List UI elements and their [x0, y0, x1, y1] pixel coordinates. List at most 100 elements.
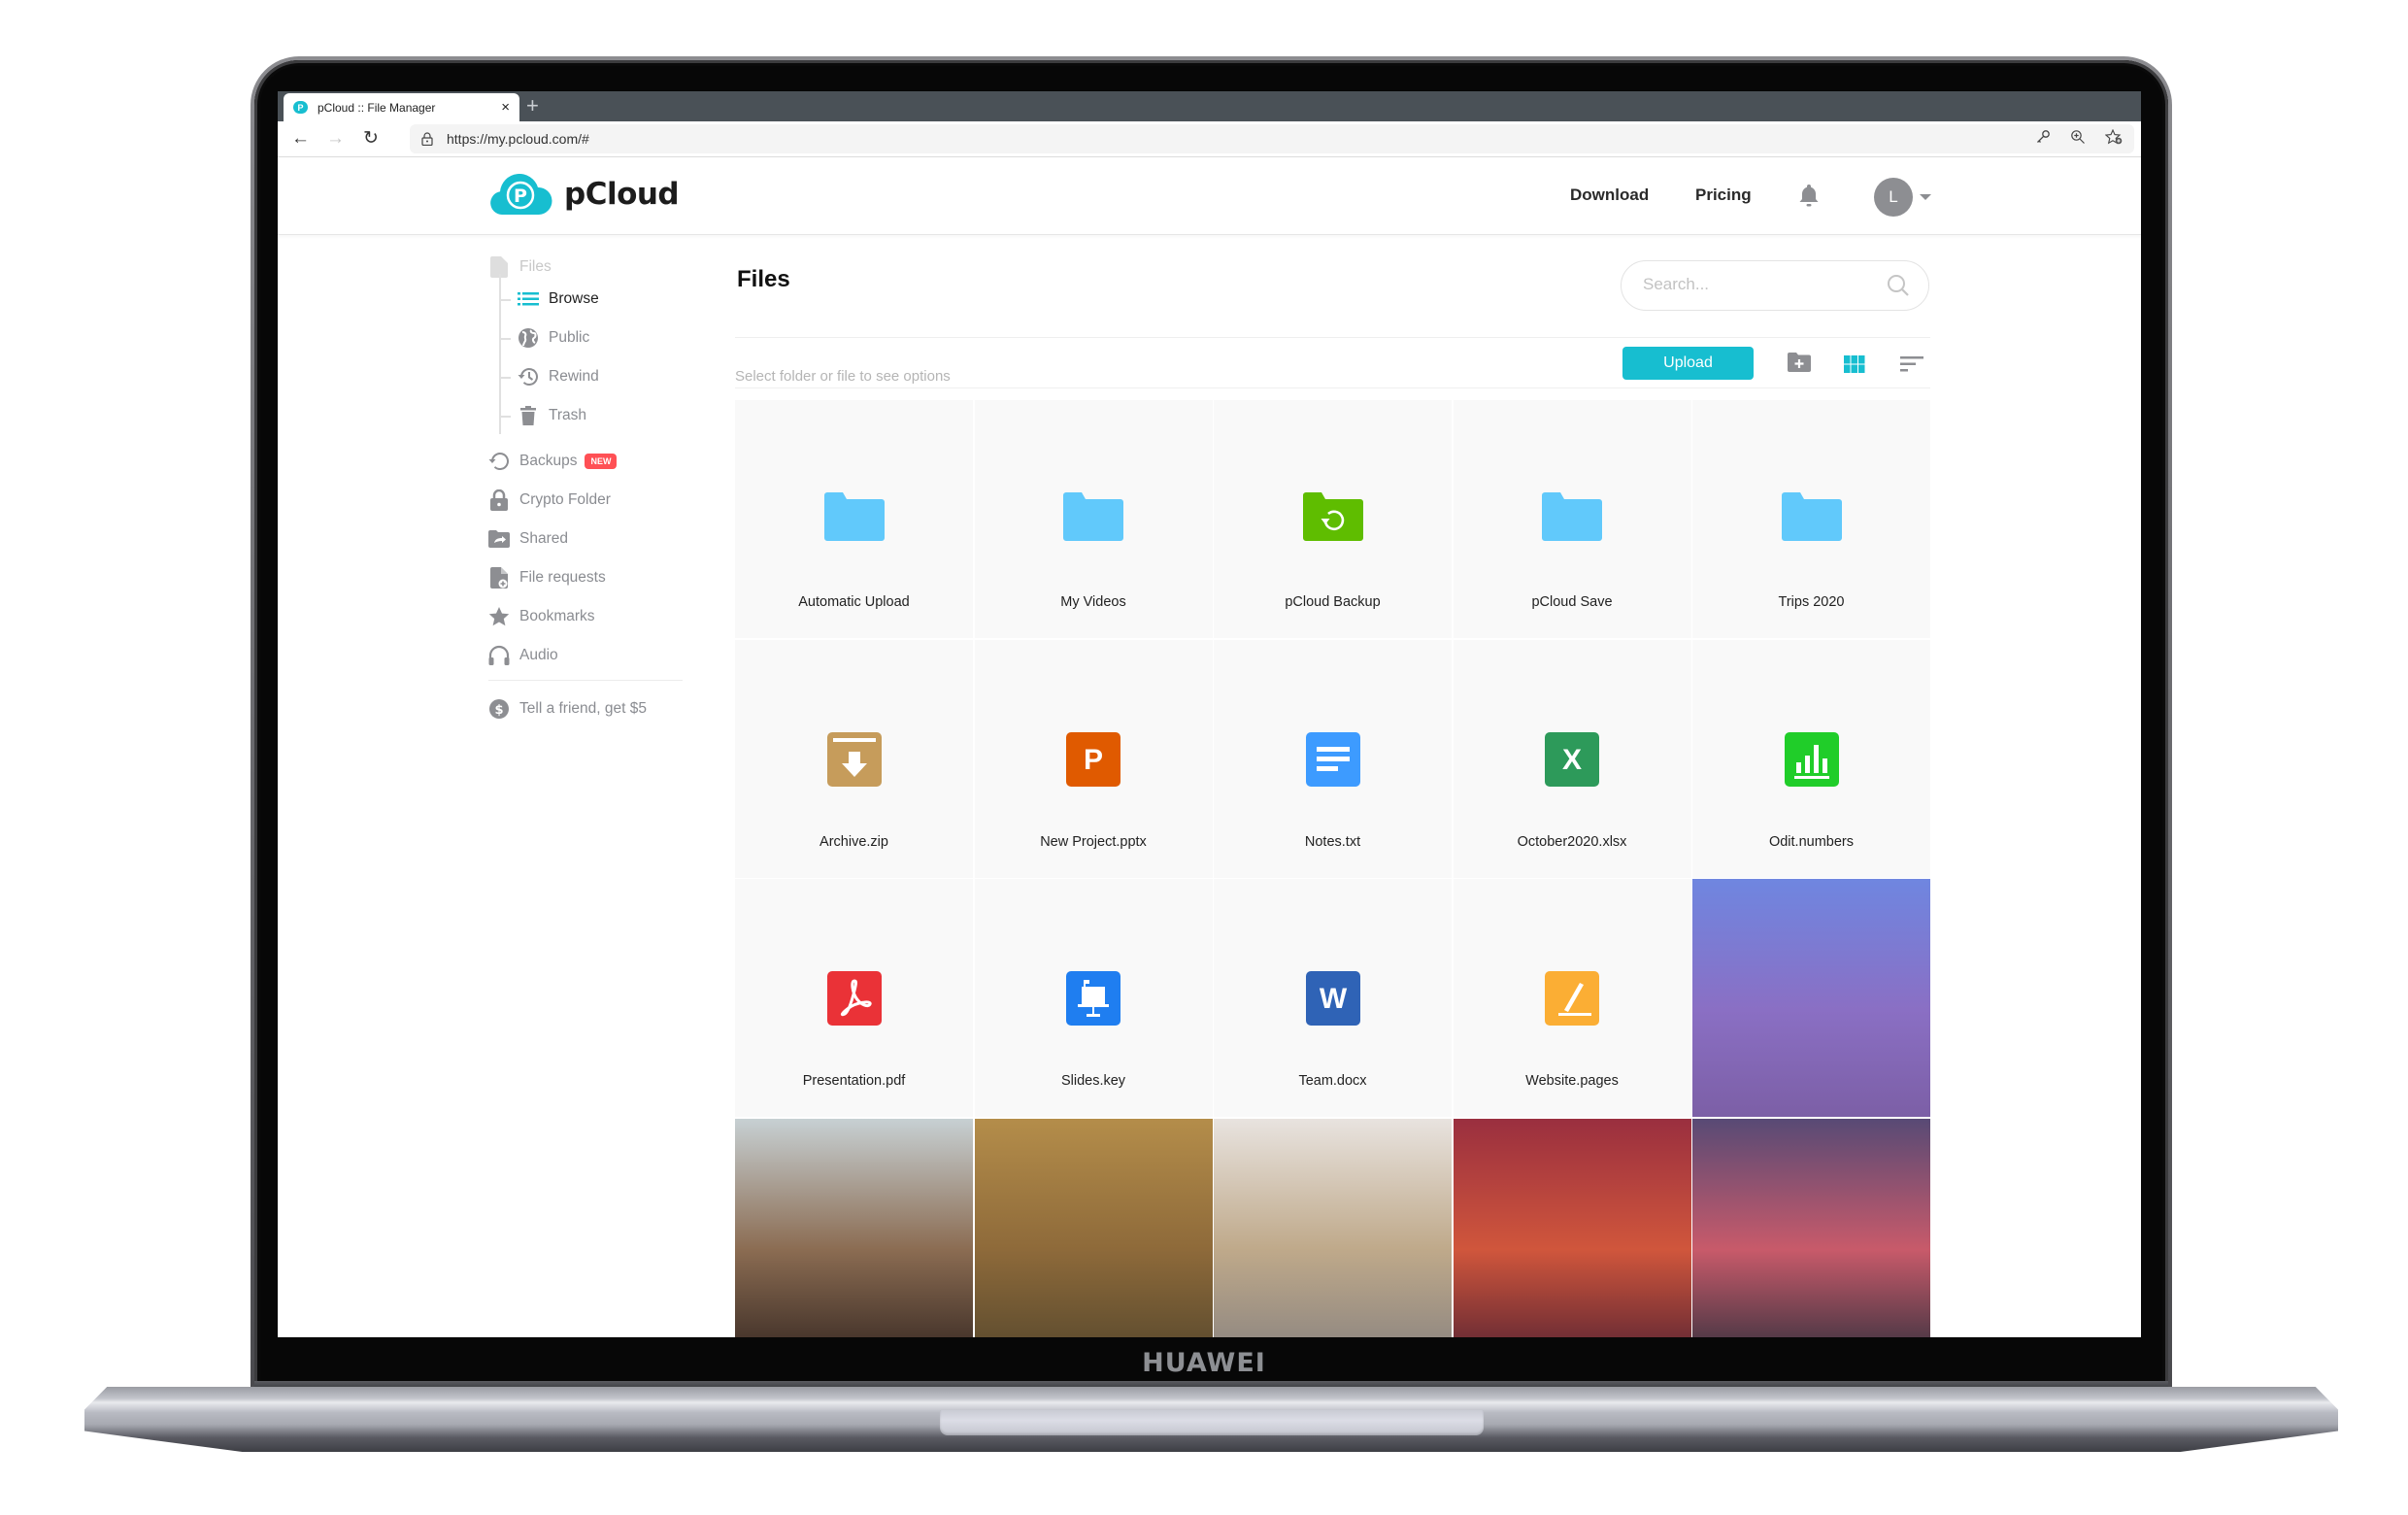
txt-icon [1305, 731, 1360, 791]
file-name: Presentation.pdf [802, 1073, 906, 1089]
list-icon [518, 288, 539, 310]
pricing-link[interactable]: Pricing [1695, 185, 1752, 205]
file-name: Automatic Upload [798, 594, 910, 610]
sidebar-item-referral[interactable]: $ Tell a friend, get $5 [488, 698, 647, 720]
address-bar[interactable]: https://my.pcloud.com/# [410, 124, 2134, 153]
folder-tile[interactable]: pCloud Backup [1214, 400, 1452, 638]
file-tile[interactable]: Archive.zip [735, 639, 973, 878]
upload-button[interactable]: Upload [1622, 347, 1754, 380]
sidebar-item-label: Browse [549, 290, 599, 307]
photo-thumbnail-pier-at-sunset[interactable] [1453, 1118, 1691, 1337]
sidebar-item-backups[interactable]: Backups NEW [488, 451, 618, 472]
file-name: pCloud Backup [1285, 594, 1381, 610]
file-tile[interactable]: Presentation.pdf [735, 879, 973, 1117]
key-icon[interactable] [2035, 129, 2051, 149]
sidebar-item-shared[interactable]: Shared [488, 528, 568, 550]
folder-tile[interactable]: Trips 2020 [1692, 400, 1930, 638]
history-icon [518, 366, 539, 387]
folder-icon [1542, 492, 1602, 546]
shared-folder-icon [488, 528, 510, 550]
laptop-notch [940, 1410, 1484, 1435]
screen: P pCloud :: File Manager × + ← → ↻ https… [278, 91, 2141, 1337]
file-name: Trips 2020 [1778, 594, 1845, 610]
svg-text:P: P [514, 185, 527, 207]
new-badge: NEW [585, 454, 618, 469]
sidebar-item-label: File requests [519, 569, 606, 586]
search-input[interactable] [1643, 275, 1856, 294]
new-tab-button[interactable]: + [526, 93, 539, 118]
backup-folder-icon [1302, 492, 1363, 546]
folder-tile[interactable]: My Videos [974, 400, 1213, 638]
favorite-add-icon[interactable] [2104, 128, 2123, 149]
tab-title: pCloud :: File Manager [318, 100, 436, 115]
photo-thumbnail-brandenburg-gate[interactable] [1214, 1118, 1452, 1337]
dollar-icon: $ [488, 698, 510, 720]
sidebar-item-audio[interactable]: Audio [488, 645, 558, 666]
file-tile[interactable]: W Team.docx [1214, 879, 1452, 1117]
file-request-icon [488, 567, 510, 589]
folder-icon [823, 492, 885, 546]
file-tile[interactable]: Website.pages [1453, 879, 1691, 1117]
file-tile[interactable]: P New Project.pptx [974, 639, 1213, 878]
notifications-bell-icon[interactable] [1798, 183, 1820, 213]
sidebar-item-rewind[interactable]: Rewind [518, 366, 599, 387]
sidebar-item-public[interactable]: Public [518, 327, 589, 349]
search-box[interactable] [1621, 260, 1929, 311]
svg-text:W: W [1319, 983, 1347, 1015]
sidebar-item-label: Crypto Folder [519, 491, 611, 508]
pcloud-logo[interactable]: P pCloud [488, 173, 680, 215]
sidebar-item-label: Public [549, 329, 590, 346]
forward-icon[interactable]: → [326, 127, 345, 151]
svg-text:X: X [1562, 744, 1582, 776]
sidebar-item-bookmarks[interactable]: Bookmarks [488, 606, 595, 627]
photo-thumbnail-colorful-houses-waterfront[interactable] [1692, 1118, 1930, 1337]
page-title: Files [737, 266, 790, 292]
sidebar-item-files[interactable]: Files [488, 256, 552, 278]
photo-thumbnail-lighthouse-on-lake[interactable] [1692, 879, 1930, 1117]
sidebar: Files Browse Public Rewind Trash Backups… [488, 235, 687, 1337]
tree-tick [499, 299, 511, 301]
folder-icon [1063, 492, 1123, 546]
user-avatar[interactable]: L [1874, 178, 1913, 217]
tree-tick [499, 338, 511, 340]
file-tile[interactable]: Slides.key [974, 879, 1213, 1117]
photo-thumbnail-sunlit-forest[interactable] [974, 1118, 1213, 1337]
sidebar-item-label: Files [519, 258, 552, 275]
close-tab-icon[interactable]: × [501, 99, 510, 116]
photo-thumbnail-canal-houses[interactable] [735, 1118, 973, 1337]
pcloud-logo-icon: P [488, 173, 552, 215]
star-icon [488, 606, 510, 627]
sidebar-item-trash[interactable]: Trash [518, 405, 586, 426]
file-name: Website.pages [1525, 1073, 1619, 1089]
sidebar-item-browse[interactable]: Browse [518, 288, 599, 310]
sidebar-item-label: Bookmarks [519, 608, 595, 624]
grid-view-icon[interactable] [1844, 355, 1865, 378]
sidebar-item-crypto-folder[interactable]: Crypto Folder [488, 489, 611, 511]
reload-icon[interactable]: ↻ [363, 127, 379, 151]
account-dropdown-caret-icon[interactable] [1920, 194, 1931, 200]
sort-icon[interactable] [1900, 356, 1923, 377]
sidebar-item-label: Rewind [549, 368, 599, 385]
backup-icon [488, 451, 510, 472]
zoom-icon[interactable] [2070, 129, 2086, 149]
sidebar-item-file-requests[interactable]: File requests [488, 567, 606, 589]
sidebar-item-label: Trash [549, 407, 587, 423]
file-tile[interactable]: X October2020.xlsx [1453, 639, 1691, 878]
lock-icon [421, 132, 433, 147]
sidebar-item-label: Shared [519, 530, 568, 547]
new-folder-icon[interactable] [1788, 353, 1811, 377]
file-tile[interactable]: Odit.numbers [1692, 639, 1930, 878]
app-header: P pCloud Download Pricing L [278, 157, 2141, 235]
file-tile[interactable]: Notes.txt [1214, 639, 1452, 878]
search-icon[interactable] [1886, 273, 1911, 303]
folder-icon [1781, 492, 1842, 546]
sidebar-item-label: Tell a friend, get $5 [519, 700, 647, 717]
url-text: https://my.pcloud.com/# [447, 131, 589, 147]
archive-icon [826, 731, 882, 791]
browser-tab[interactable]: P pCloud :: File Manager × [284, 93, 519, 121]
folder-tile[interactable]: Automatic Upload [735, 400, 973, 638]
pdf-icon [826, 971, 882, 1030]
back-icon[interactable]: ← [291, 127, 310, 151]
download-link[interactable]: Download [1570, 185, 1649, 205]
folder-tile[interactable]: pCloud Save [1453, 400, 1691, 638]
